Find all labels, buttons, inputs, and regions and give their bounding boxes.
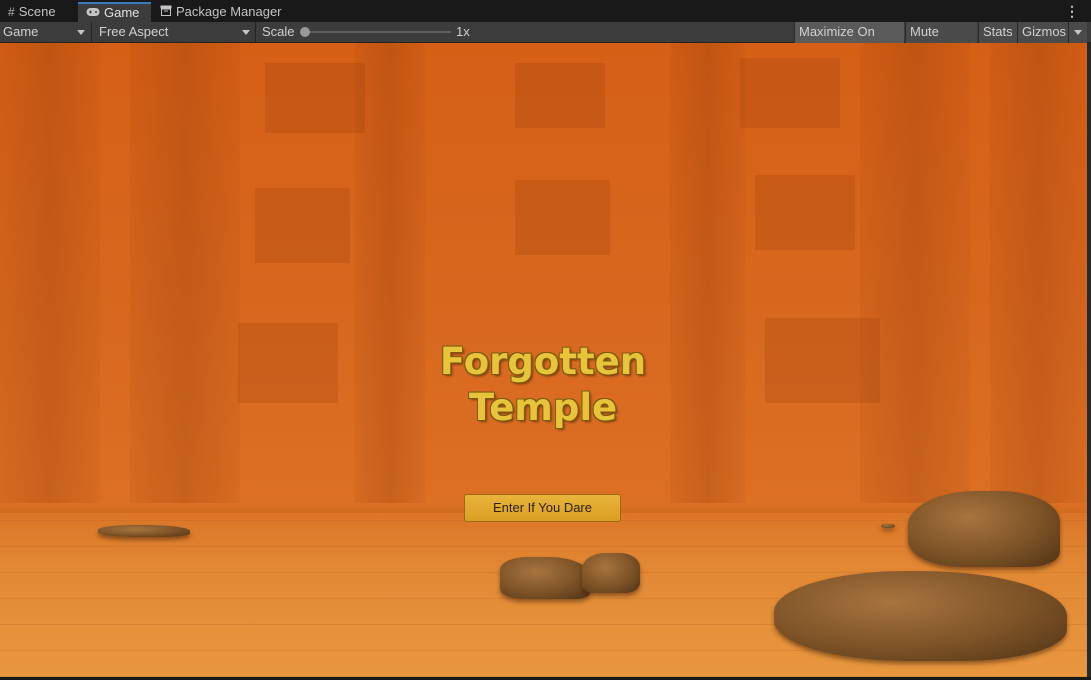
pillar <box>355 43 425 503</box>
gizmos-dropdown[interactable] <box>1068 22 1087 43</box>
rock <box>881 524 895 528</box>
package-icon <box>160 2 172 22</box>
mute-audio-toggle[interactable]: Mute Audio <box>905 22 977 59</box>
wall-panel <box>515 63 605 128</box>
game-title: Forgotten Temple <box>393 339 693 431</box>
rock <box>582 553 640 593</box>
tab-label: Game <box>104 5 140 20</box>
pillar <box>860 43 970 503</box>
divider <box>255 22 256 43</box>
aspect-dropdown[interactable]: Free Aspect <box>92 22 255 42</box>
wall-panel <box>755 175 855 250</box>
wall-panel <box>515 180 610 255</box>
pillar <box>130 43 240 503</box>
tab-label: Scene <box>18 4 56 19</box>
more-options-icon[interactable]: ⋮ <box>1065 3 1079 19</box>
wall-panel <box>265 63 365 133</box>
pillar <box>0 43 100 503</box>
tab-bar: # Scene Game Package Manager ⋮ <box>0 0 1091 23</box>
tab-game[interactable]: Game <box>78 2 151 22</box>
wall-panel <box>740 58 840 128</box>
window-edge <box>1087 43 1091 680</box>
display-dropdown-label: Game <box>3 24 39 39</box>
scale-slider-track[interactable] <box>303 31 451 33</box>
rock <box>98 525 190 537</box>
rock <box>500 557 590 599</box>
tab-package-manager[interactable]: Package Manager <box>152 2 292 22</box>
unity-game-window: # Scene Game Package Manager ⋮ Game Free… <box>0 0 1091 680</box>
hash-grid-icon: # <box>8 5 15 19</box>
scale-label: Scale <box>262 24 295 39</box>
wall-panel <box>238 323 338 403</box>
game-title-line-1: Forgotten <box>439 340 647 383</box>
pillar <box>990 43 1087 503</box>
stats-toggle[interactable]: Stats <box>978 22 1017 43</box>
maximize-on-play-toggle[interactable]: Maximize On Play <box>794 22 904 59</box>
scale-slider-handle[interactable] <box>300 27 310 37</box>
chevron-down-icon <box>77 30 85 35</box>
pillar <box>670 43 745 503</box>
aspect-dropdown-label: Free Aspect <box>99 24 169 39</box>
tab-label: Package Manager <box>176 4 282 19</box>
chevron-down-icon <box>1074 30 1082 35</box>
game-title-line-2: Temple <box>468 386 618 429</box>
rock <box>774 571 1067 661</box>
wall-panel <box>255 188 350 263</box>
display-dropdown[interactable]: Game <box>0 22 90 42</box>
rock <box>908 491 1060 567</box>
enter-button[interactable]: Enter If You Dare <box>464 494 621 522</box>
scale-value: 1x <box>456 24 470 39</box>
tab-scene[interactable]: # Scene <box>0 2 78 22</box>
chevron-down-icon <box>242 30 250 35</box>
gamepad-icon <box>86 4 100 22</box>
gizmos-toggle[interactable]: Gizmos <box>1017 22 1068 43</box>
game-viewport[interactable]: Forgotten Temple Enter If You Dare <box>0 43 1087 677</box>
wall-panel <box>765 318 880 403</box>
